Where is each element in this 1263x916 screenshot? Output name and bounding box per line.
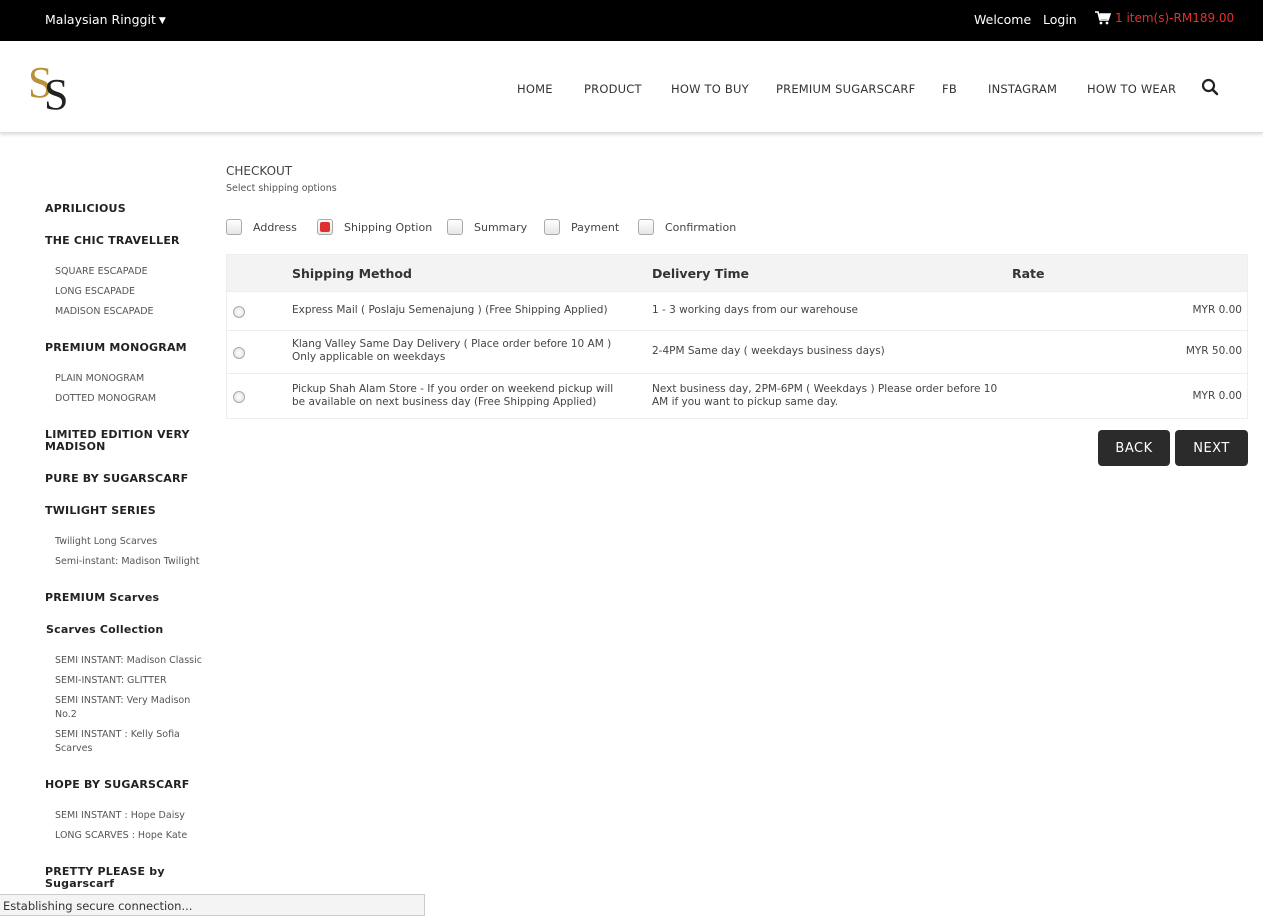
step-address[interactable]: Address (226, 219, 297, 235)
caret-down-icon: ▼ (158, 16, 166, 26)
login-link[interactable]: Login (1043, 12, 1077, 27)
step-checkbox (447, 219, 463, 235)
shipping-rate: MYR 0.00 (1192, 304, 1243, 316)
category-premium-scarves[interactable]: PREMIUM Scarves (45, 592, 215, 604)
welcome-text: Welcome (974, 12, 1032, 27)
header-rate: Rate (1012, 266, 1045, 281)
subcategory-hope-daisy[interactable]: SEMI INSTANT : Hope Daisy (55, 809, 205, 823)
table-row[interactable]: Express Mail ( Poslaju Semenajung ) (Fre… (227, 291, 1247, 330)
nav-how-to-wear[interactable]: HOW TO WEAR (1087, 82, 1176, 96)
step-label: Shipping Option (344, 220, 433, 234)
cart-summary: 1 item(s)-RM189.00 (1115, 11, 1235, 25)
shipping-rate: MYR 50.00 (1185, 345, 1242, 357)
page-title: CHECKOUT (226, 164, 293, 178)
subcategory-plain-monogram[interactable]: PLAIN MONOGRAM (55, 372, 205, 386)
step-label: Summary (474, 220, 528, 234)
step-label: Confirmation (665, 220, 737, 234)
svg-text:S: S (44, 70, 68, 115)
search-icon[interactable] (1201, 78, 1219, 100)
top-bar: Malaysian Ringgit ▼ Welcome Login 1 item(… (0, 0, 1263, 41)
category-scarves-collection[interactable]: Scarves Collection (46, 624, 216, 636)
step-checkbox (544, 219, 560, 235)
shipping-rate: MYR 0.00 (1192, 390, 1243, 402)
back-button[interactable]: BACK (1098, 430, 1170, 466)
delivery-time: 2-4PM Same day ( weekdays business days) (652, 345, 885, 357)
cart-icon (1095, 11, 1111, 25)
subcategory-glitter[interactable]: SEMI-INSTANT: GLITTER (55, 674, 205, 688)
step-summary[interactable]: Summary (447, 219, 527, 235)
step-label: Payment (571, 220, 620, 234)
shipping-table: Shipping Method Delivery Time Rate Expre… (226, 254, 1248, 419)
step-checkbox (226, 219, 242, 235)
shipping-method: Pickup Shah Alam Store - If you order on… (292, 383, 614, 408)
category-twilight-series[interactable]: TWILIGHT SERIES (45, 505, 215, 517)
site-header: S S HOME PRODUCT HOW TO BUY PREMIUM SUGA… (0, 41, 1263, 133)
nav-fb[interactable]: FB (942, 82, 957, 96)
step-label: Address (253, 220, 297, 234)
step-confirmation[interactable]: Confirmation (638, 219, 736, 235)
shipping-radio[interactable] (233, 391, 245, 403)
nav-instagram[interactable]: INSTAGRAM (988, 82, 1057, 96)
subcategory-square-escapade[interactable]: SQUARE ESCAPADE (55, 265, 205, 279)
subcategory-dotted-monogram[interactable]: DOTTED MONOGRAM (55, 392, 205, 406)
table-row[interactable]: Klang Valley Same Day Delivery ( Place o… (227, 330, 1247, 373)
currency-selector[interactable]: Malaysian Ringgit ▼ (45, 12, 166, 27)
cart-link[interactable]: 1 item(s)-RM189.00 (1095, 11, 1234, 25)
nav-premium-sugarscarf[interactable]: PREMIUM SUGARSCARF (776, 82, 915, 96)
delivery-time: 1 - 3 working days from our warehouse (652, 304, 859, 316)
category-pretty-please[interactable]: PRETTY PLEASE by Sugarscarf (45, 866, 215, 890)
subcategory-hope-kate[interactable]: LONG SCARVES : Hope Kate (55, 829, 205, 843)
header-delivery-time: Delivery Time (652, 266, 750, 281)
table-row[interactable]: Pickup Shah Alam Store - If you order on… (227, 373, 1247, 418)
shipping-radio[interactable] (233, 347, 245, 359)
category-limited-edition[interactable]: LIMITED EDITION VERY MADISON (45, 429, 215, 453)
category-hope[interactable]: HOPE BY SUGARSCARF (45, 779, 215, 791)
nav-home[interactable]: HOME (517, 82, 553, 96)
step-payment[interactable]: Payment (544, 219, 619, 235)
category-pure[interactable]: PURE BY SUGARSCARF (45, 473, 215, 485)
brand-logo[interactable]: S S (28, 57, 82, 119)
step-checkbox (638, 219, 654, 235)
subcategory-madison-twilight[interactable]: Semi-instant: Madison Twilight (55, 555, 205, 569)
next-button[interactable]: NEXT (1175, 430, 1248, 466)
subcategory-madison-escapade[interactable]: MADISON ESCAPADE (55, 305, 205, 319)
subcategory-very-madison-no2[interactable]: SEMI INSTANT: Very Madison No.2 (55, 694, 205, 722)
step-shipping-option[interactable]: Shipping Option (317, 219, 432, 235)
header-shipping-method: Shipping Method (292, 266, 412, 281)
table-header: Shipping Method Delivery Time Rate (227, 255, 1247, 291)
subcategory-long-escapade[interactable]: LONG ESCAPADE (55, 285, 205, 299)
page-subtitle: Select shipping options (226, 183, 337, 194)
category-premium-monogram[interactable]: PREMIUM MONOGRAM (45, 342, 215, 354)
currency-label: Malaysian Ringgit (45, 12, 156, 27)
shipping-method: Express Mail ( Poslaju Semenajung ) (Fre… (292, 304, 608, 316)
category-aprilicious[interactable]: APRILICIOUS (45, 203, 215, 215)
subcategory-madison-classic[interactable]: SEMI INSTANT: Madison Classic (55, 654, 205, 668)
shipping-method: Klang Valley Same Day Delivery ( Place o… (292, 338, 612, 363)
subcategory-kelly-sofia[interactable]: SEMI INSTANT : Kelly Sofia Scarves (55, 728, 205, 756)
browser-status-bar: Establishing secure connection... (0, 894, 425, 916)
subcategory-twilight-long[interactable]: Twilight Long Scarves (55, 535, 205, 549)
nav-how-to-buy[interactable]: HOW TO BUY (671, 82, 749, 96)
category-chic-traveller[interactable]: THE CHIC TRAVELLER (45, 235, 215, 247)
nav-product[interactable]: PRODUCT (584, 82, 642, 96)
delivery-time: Next business day, 2PM-6PM ( Weekdays ) … (652, 383, 998, 408)
shipping-radio[interactable] (233, 306, 245, 318)
step-checkbox-active (317, 219, 333, 235)
